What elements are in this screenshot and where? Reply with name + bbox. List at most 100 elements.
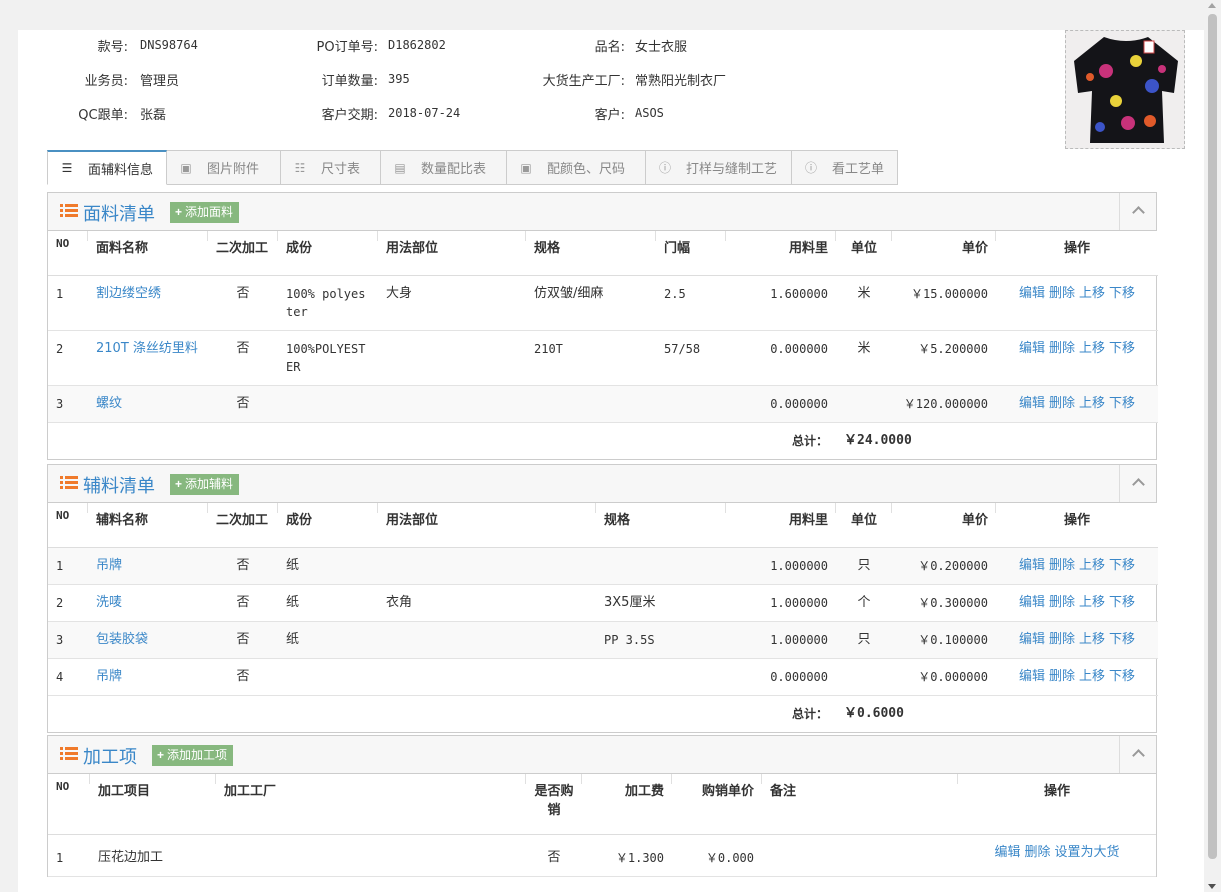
tab-images[interactable]: ▣ 图片附件 xyxy=(167,150,281,185)
table-row: 1 吊牌 否 纸 1.000000 只 ￥0.200000 编辑 删除 上移 下移 xyxy=(48,547,1158,585)
po-label: PO订单号: xyxy=(316,40,378,55)
move-down-link[interactable]: 下移 xyxy=(1109,396,1135,411)
row-actions: 编辑 删除 上移 下移 xyxy=(996,330,1158,386)
qty-value: 395 xyxy=(388,72,410,86)
scrollbar-thumb[interactable] xyxy=(1208,14,1217,859)
table-row: 1 压花边加工 否 ￥1.300 ￥0.000 编辑 删除 设置为大货 xyxy=(48,834,1156,877)
edit-link[interactable]: 编辑 xyxy=(1019,669,1045,684)
collapse-button[interactable] xyxy=(1119,736,1156,773)
set-bulk-link[interactable]: 设置为大货 xyxy=(1055,845,1120,860)
tab-fabric-info[interactable]: ☰ 面辅料信息 xyxy=(47,150,167,185)
move-down-link[interactable]: 下移 xyxy=(1109,595,1135,610)
product-value: 女士衣服 xyxy=(635,40,688,55)
tab-quantity-ratio[interactable]: ▤ 数量配比表 xyxy=(381,150,507,185)
plus-icon: + xyxy=(157,748,165,762)
qc-value: 张磊 xyxy=(140,108,167,123)
delete-link[interactable]: 删除 xyxy=(1024,845,1050,860)
move-up-link[interactable]: 上移 xyxy=(1079,396,1105,411)
col-header-price: 单价 xyxy=(892,503,996,548)
scroll-down-icon[interactable] xyxy=(1208,884,1216,889)
col-header-secondary: 二次加工 xyxy=(208,231,278,276)
col-header-amount: 用料里 xyxy=(726,231,836,276)
delete-link[interactable]: 删除 xyxy=(1049,595,1075,610)
col-header-price: 单价 xyxy=(892,231,996,276)
move-down-link[interactable]: 下移 xyxy=(1109,341,1135,356)
process-section: 加工项 + 添加加工项 NO 加工项目 加工工厂 是否购销 加工费 购销单价 备注… xyxy=(47,735,1157,877)
fabric-section-header: 面料清单 + 添加面料 xyxy=(48,193,1156,231)
col-header-factory: 加工工厂 xyxy=(216,774,526,835)
move-up-link[interactable]: 上移 xyxy=(1079,632,1105,647)
col-header-item: 加工项目 xyxy=(90,774,216,835)
tab-sample-process[interactable]: ⓘ 打样与缝制工艺 xyxy=(646,150,792,185)
row-actions: 编辑 删除 上移 下移 xyxy=(996,547,1158,585)
fabric-name-link[interactable]: 210T 涤丝纺里料 xyxy=(88,330,208,386)
move-up-link[interactable]: 上移 xyxy=(1079,286,1105,301)
style-no-label: 款号: xyxy=(97,40,128,55)
accessory-table: NO 辅料名称 二次加工 成份 用法部位 规格 用料里 单位 单价 操作 1 吊… xyxy=(48,503,1158,732)
edit-link[interactable]: 编辑 xyxy=(1019,286,1045,301)
move-up-link[interactable]: 上移 xyxy=(1079,669,1105,684)
scroll-up-icon[interactable] xyxy=(1208,3,1216,8)
col-header-purchase: 是否购销 xyxy=(526,774,582,835)
delete-link[interactable]: 删除 xyxy=(1049,558,1075,573)
delivery-label: 客户交期: xyxy=(321,108,378,123)
tab-view-process-sheet[interactable]: ⓘ 看工艺单 xyxy=(792,150,898,185)
list-icon xyxy=(60,747,78,761)
col-header-remark: 备注 xyxy=(762,774,958,835)
list-icon xyxy=(60,204,78,218)
move-up-link[interactable]: 上移 xyxy=(1079,341,1105,356)
move-down-link[interactable]: 下移 xyxy=(1109,669,1135,684)
vertical-scrollbar[interactable] xyxy=(1204,0,1221,892)
accessory-name-link[interactable]: 包装胶袋 xyxy=(88,621,208,659)
add-process-button[interactable]: + 添加加工项 xyxy=(152,745,234,766)
accessory-name-link[interactable]: 吊牌 xyxy=(88,547,208,585)
col-header-ops: 操作 xyxy=(996,503,1158,548)
move-down-link[interactable]: 下移 xyxy=(1109,558,1135,573)
fabric-name-link[interactable]: 割边缕空绣 xyxy=(88,275,208,331)
collapse-button[interactable] xyxy=(1119,193,1156,230)
order-info: 款号: DNS98764 PO订单号: D1862802 品名: 女士衣服 业务… xyxy=(18,30,1058,150)
qty-label: 订单数量: xyxy=(321,74,378,89)
tab-color-size[interactable]: ▣ 配颜色、尺码 xyxy=(507,150,646,185)
fabric-name-link[interactable]: 螺纹 xyxy=(88,385,208,423)
total-label: 总计： xyxy=(791,433,828,448)
po-value: D1862802 xyxy=(388,38,446,52)
accessory-name-link[interactable]: 洗唛 xyxy=(88,584,208,622)
move-up-link[interactable]: 上移 xyxy=(1079,595,1105,610)
add-accessory-button[interactable]: + 添加辅料 xyxy=(170,474,240,495)
edit-link[interactable]: 编辑 xyxy=(1019,396,1045,411)
move-down-link[interactable]: 下移 xyxy=(1109,286,1135,301)
accessory-name-link[interactable]: 吊牌 xyxy=(88,658,208,696)
list-icon xyxy=(60,476,78,490)
add-fabric-button[interactable]: + 添加面料 xyxy=(170,202,240,223)
row-actions: 编辑 删除 上移 下移 xyxy=(996,584,1158,622)
col-header-usage: 用法部位 xyxy=(378,231,526,276)
edit-link[interactable]: 编辑 xyxy=(1019,558,1045,573)
total-row: 总计： ￥24.0000 xyxy=(48,422,1158,459)
salesman-value: 管理员 xyxy=(140,74,180,89)
delete-link[interactable]: 删除 xyxy=(1049,396,1075,411)
product-image[interactable] xyxy=(1065,30,1185,149)
row-actions: 编辑 删除 上移 下移 xyxy=(996,621,1158,659)
edit-link[interactable]: 编辑 xyxy=(994,845,1020,860)
move-up-link[interactable]: 上移 xyxy=(1079,558,1105,573)
col-header-spec: 规格 xyxy=(526,231,656,276)
col-header-fee: 加工费 xyxy=(582,774,672,835)
delete-link[interactable]: 删除 xyxy=(1049,286,1075,301)
move-down-link[interactable]: 下移 xyxy=(1109,632,1135,647)
edit-link[interactable]: 编辑 xyxy=(1019,632,1045,647)
row-actions: 编辑 删除 上移 下移 xyxy=(996,275,1158,331)
delete-link[interactable]: 删除 xyxy=(1049,669,1075,684)
tab-size-chart[interactable]: ☷ 尺寸表 xyxy=(281,150,381,185)
delete-link[interactable]: 删除 xyxy=(1049,632,1075,647)
table-row: 3 包装胶袋 否 纸 PP 3.5S 1.000000 只 ￥0.100000 … xyxy=(48,621,1158,659)
col-header-no: NO xyxy=(48,774,90,835)
edit-link[interactable]: 编辑 xyxy=(1019,595,1045,610)
process-section-title: 加工项 xyxy=(83,747,137,768)
accessory-section: 辅料清单 + 添加辅料 NO 辅料名称 二次加工 成份 用法部位 规格 用料里 单… xyxy=(47,464,1158,733)
delete-link[interactable]: 删除 xyxy=(1049,341,1075,356)
edit-link[interactable]: 编辑 xyxy=(1019,341,1045,356)
col-header-name: 面料名称 xyxy=(88,231,208,276)
collapse-button[interactable] xyxy=(1119,465,1156,502)
factory-value: 常熟阳光制衣厂 xyxy=(635,74,727,89)
